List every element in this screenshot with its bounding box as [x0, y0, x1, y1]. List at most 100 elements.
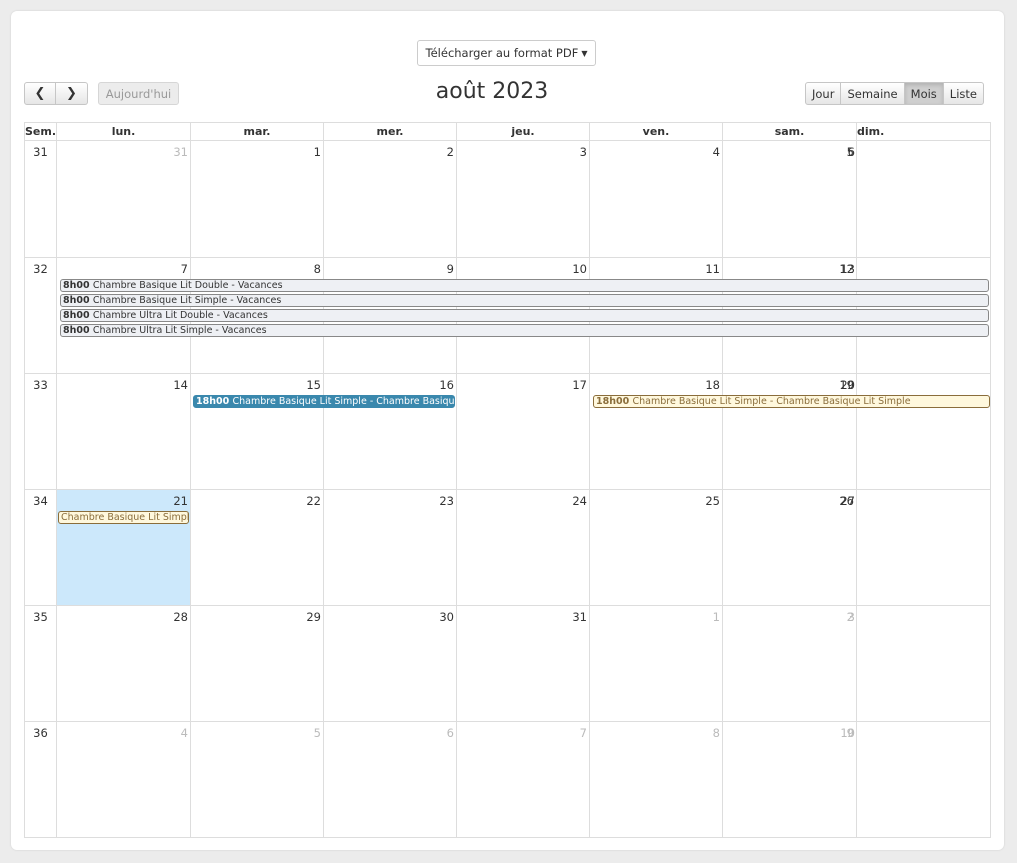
- day-number: 7: [180, 262, 188, 276]
- download-pdf-label: Télécharger au format PDF: [425, 46, 579, 60]
- day-cell[interactable]: 5: [723, 141, 857, 257]
- day-number: 6: [446, 726, 454, 740]
- chevron-left-icon: ❮: [34, 86, 46, 101]
- day-cell[interactable]: 23: [324, 490, 457, 605]
- day-cell[interactable]: 16: [324, 374, 457, 489]
- day-cell[interactable]: 14: [57, 374, 191, 489]
- day-number: 24: [572, 494, 587, 508]
- day-cell[interactable]: 24: [457, 490, 590, 605]
- caret-down-icon: ▼: [581, 48, 588, 58]
- event-time: 8h00: [63, 280, 93, 291]
- day-number: 18: [705, 378, 720, 392]
- event-title: Chambre Basique Lit Double - Vacances: [92, 280, 283, 291]
- day-cell[interactable]: 18: [590, 374, 723, 489]
- day-cell[interactable]: 25: [590, 490, 723, 605]
- day-cell[interactable]: 9: [723, 722, 857, 837]
- day-header: lun.: [57, 123, 191, 140]
- view-month-button[interactable]: Mois: [903, 82, 944, 105]
- day-cell[interactable]: 21: [57, 490, 191, 605]
- day-number: 3: [847, 610, 855, 624]
- event-title: Chambre Basique Lit Simple - Chambre Bas…: [632, 396, 911, 407]
- event-time: 18h00: [596, 396, 633, 407]
- day-cell[interactable]: 1: [590, 606, 723, 721]
- prev-month-button[interactable]: ❮: [24, 82, 56, 105]
- day-number: 31: [173, 145, 188, 159]
- calendar-event[interactable]: Chambre Basique Lit Simple: [58, 511, 189, 524]
- day-cell[interactable]: 1: [191, 141, 324, 257]
- day-cell[interactable]: 6: [324, 722, 457, 837]
- day-cell[interactable]: 28: [57, 606, 191, 721]
- day-cell[interactable]: 3: [457, 141, 590, 257]
- day-number: 21: [173, 494, 188, 508]
- day-header: jeu.: [457, 123, 590, 140]
- day-header: mer.: [324, 123, 457, 140]
- day-cell[interactable]: 2: [324, 141, 457, 257]
- event-title: Chambre Basique Lit Simple: [61, 512, 189, 523]
- event-time: 18h00: [196, 396, 233, 407]
- week-number: 34: [25, 490, 57, 605]
- day-cell[interactable]: 17: [457, 374, 590, 489]
- day-number: 11: [705, 262, 720, 276]
- calendar-event[interactable]: 8h00 Chambre Basique Lit Simple - Vacanc…: [60, 294, 989, 307]
- day-cell[interactable]: 7: [457, 722, 590, 837]
- nav-group: ❮ ❯: [24, 82, 88, 105]
- day-cell[interactable]: 8: [590, 722, 723, 837]
- day-number: 5: [313, 726, 321, 740]
- day-number: 23: [439, 494, 454, 508]
- day-header: sam.: [723, 123, 857, 140]
- day-number: 30: [439, 610, 454, 624]
- day-cell[interactable]: 30: [324, 606, 457, 721]
- calendar-event[interactable]: 8h00 Chambre Ultra Lit Simple - Vacances: [60, 324, 989, 337]
- day-number: 16: [439, 378, 454, 392]
- week-row: 31 31 1 2 3 4 5 6: [25, 141, 990, 257]
- day-cell[interactable]: 29: [191, 606, 324, 721]
- day-cell[interactable]: 4: [57, 722, 191, 837]
- calendar-card: Télécharger au format PDF ▼ ❮ ❯ Aujourd'…: [11, 11, 1004, 850]
- day-cell[interactable]: 22: [191, 490, 324, 605]
- event-time: 8h00: [63, 325, 93, 336]
- day-number: 3: [579, 145, 587, 159]
- calendar-event[interactable]: 8h00 Chambre Basique Lit Double - Vacanc…: [60, 279, 989, 292]
- calendar-event[interactable]: 8h00 Chambre Ultra Lit Double - Vacances: [60, 309, 989, 322]
- day-header: dim.: [857, 125, 885, 138]
- week-number: 36: [25, 722, 57, 837]
- month-grid: Sem. lun. mar. mer. jeu. ven. sam. dim. 31 31 1 2 3 4…: [24, 122, 991, 838]
- day-number: 1: [313, 145, 321, 159]
- day-cell[interactable]: 15: [191, 374, 324, 489]
- event-time: 8h00: [63, 310, 93, 321]
- day-cell[interactable]: 2: [723, 606, 857, 721]
- download-pdf-button[interactable]: Télécharger au format PDF ▼: [417, 40, 596, 66]
- calendar-event[interactable]: 18h00 Chambre Basique Lit Simple - Chamb…: [593, 395, 990, 408]
- day-number: 8: [712, 726, 720, 740]
- day-number: 1: [712, 610, 720, 624]
- chevron-right-icon: ❯: [66, 86, 77, 101]
- day-header: ven.: [590, 123, 723, 140]
- day-number: 4: [180, 726, 188, 740]
- week-number: 35: [25, 606, 57, 721]
- day-cell[interactable]: 19: [723, 374, 857, 489]
- view-day-button[interactable]: Jour: [805, 82, 842, 105]
- day-number: 15: [306, 378, 321, 392]
- week-row: 36 4 5 6 7 8 9 10: [25, 721, 990, 837]
- today-button[interactable]: Aujourd'hui: [98, 82, 179, 105]
- day-number: 14: [173, 378, 188, 392]
- view-switcher: Jour Semaine Mois Liste: [805, 82, 984, 105]
- calendar-event[interactable]: 18h00 Chambre Basique Lit Simple - Chamb…: [193, 395, 455, 408]
- day-header: mar.: [191, 123, 324, 140]
- day-number: 29: [306, 610, 321, 624]
- view-week-button[interactable]: Semaine: [840, 82, 905, 105]
- day-cell[interactable]: 31: [457, 606, 590, 721]
- week-number: 32: [25, 258, 57, 373]
- calendar-title: août 2023: [435, 79, 549, 104]
- day-cell[interactable]: 4: [590, 141, 723, 257]
- view-list-button[interactable]: Liste: [942, 82, 984, 105]
- event-title: Chambre Basique Lit Simple - Chambre Bas…: [232, 396, 455, 407]
- next-month-button[interactable]: ❯: [56, 82, 88, 105]
- day-cell[interactable]: 5: [191, 722, 324, 837]
- day-cell[interactable]: 26: [723, 490, 857, 605]
- day-number: 27: [840, 494, 855, 508]
- week-number: 33: [25, 374, 57, 489]
- week-row: 35 28 29 30 31 1 2 3: [25, 605, 990, 721]
- week-row: 34 21 22 23 24 25 26 27: [25, 489, 990, 605]
- day-cell[interactable]: 31: [57, 141, 191, 257]
